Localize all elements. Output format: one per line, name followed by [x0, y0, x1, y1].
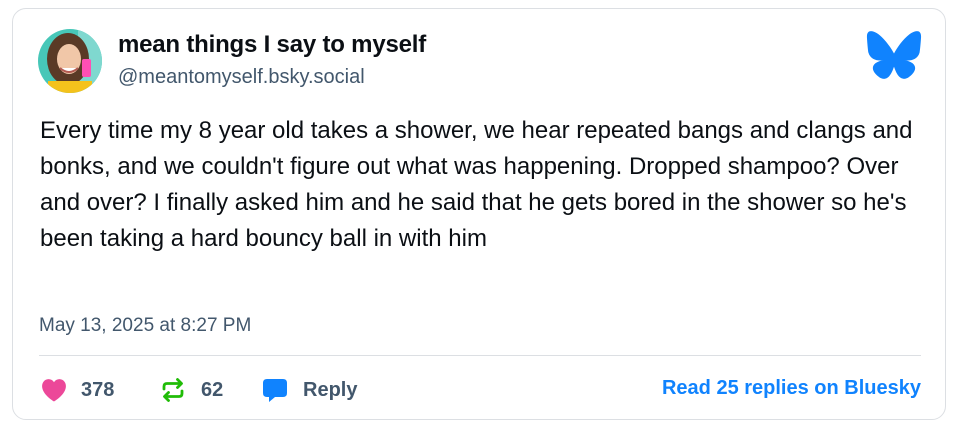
post-timestamp[interactable]: May 13, 2025 at 8:27 PM — [39, 315, 251, 337]
avatar-image — [38, 29, 102, 93]
divider — [39, 355, 921, 356]
read-replies-link[interactable]: Read 25 replies on Bluesky — [662, 377, 921, 400]
post-text: Every time my 8 year old takes a shower,… — [40, 117, 913, 252]
author-handle[interactable]: @meantomyself.bsky.social — [118, 66, 365, 89]
author-avatar[interactable] — [38, 29, 102, 93]
like-count[interactable]: 378 — [41, 375, 114, 405]
repost-count-value: 62 — [201, 378, 224, 401]
repost-icon — [162, 378, 184, 402]
repost-count[interactable]: 62 — [159, 375, 223, 405]
reply-button[interactable]: Reply — [261, 375, 357, 405]
speech-bubble-icon — [263, 379, 287, 402]
author-display-name[interactable]: mean things I say to myself — [118, 31, 426, 59]
post-embed-card[interactable]: mean things I say to myself @meantomysel… — [12, 8, 946, 420]
like-count-value: 378 — [81, 378, 115, 401]
heart-icon — [42, 379, 66, 402]
bluesky-butterfly-icon[interactable] — [866, 30, 922, 80]
reply-label: Reply — [303, 378, 358, 401]
